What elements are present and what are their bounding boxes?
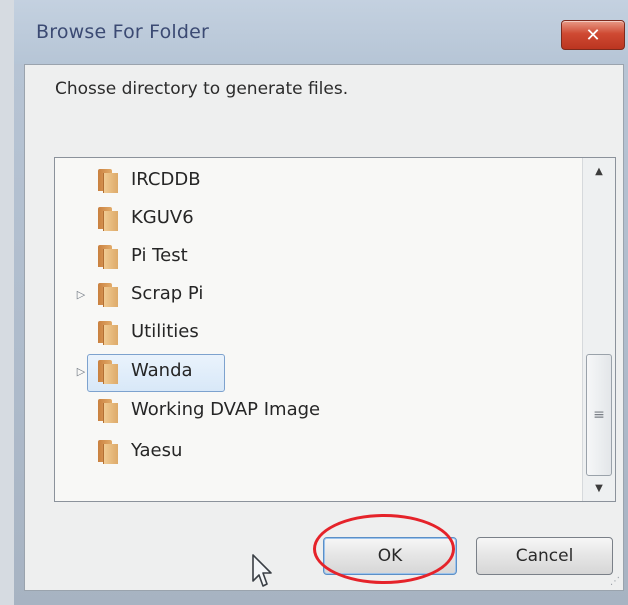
expand-arrow-icon[interactable]: ▷ — [75, 364, 87, 378]
folder-icon — [95, 245, 119, 269]
expand-arrow-icon[interactable]: ▷ — [75, 287, 87, 301]
folder-icon — [95, 207, 119, 231]
folder-icon — [95, 399, 119, 423]
close-icon: ✕ — [585, 24, 601, 46]
folder-icon — [95, 360, 119, 384]
close-button[interactable]: ✕ — [561, 20, 625, 50]
folder-label: Working DVAP Image — [131, 399, 321, 420]
folder-label: Yaesu — [131, 440, 183, 461]
folder-item[interactable]: Utilities — [55, 315, 575, 351]
arrow-down-icon: ▼ — [595, 482, 603, 494]
folder-tree[interactable]: IRCDDB KGUV6 Pi Test ▷ Scrap Pi Utilitie — [54, 157, 616, 502]
scroll-thumb[interactable]: ≡ — [586, 354, 612, 476]
folder-icon — [95, 169, 119, 193]
browse-for-folder-window: Browse For Folder ✕ Chosse directory to … — [0, 0, 628, 605]
folder-label: Utilities — [131, 321, 199, 342]
dialog-prompt: Chosse directory to generate files. — [55, 79, 349, 99]
folder-icon — [95, 440, 119, 464]
scroll-down-button[interactable]: ▼ — [583, 475, 615, 501]
folder-label: Scrap Pi — [131, 283, 204, 304]
folder-item[interactable]: ▷ Scrap Pi — [55, 277, 575, 313]
vertical-scrollbar[interactable]: ▲ ≡ ▼ — [582, 158, 615, 501]
resize-grip-icon[interactable]: ⋰ — [610, 577, 620, 587]
folder-item[interactable]: Yaesu — [55, 434, 575, 470]
dialog-body: Chosse directory to generate files. IRCD… — [24, 64, 624, 591]
arrow-up-icon: ▲ — [595, 165, 603, 177]
folder-item[interactable]: Working DVAP Image — [55, 393, 575, 429]
folder-item[interactable]: Pi Test — [55, 239, 575, 275]
grip-icon: ≡ — [593, 407, 605, 423]
folder-item[interactable]: IRCDDB — [55, 163, 575, 199]
title-bar[interactable]: Browse For Folder ✕ — [14, 0, 628, 64]
folder-item[interactable]: KGUV6 — [55, 201, 575, 237]
folder-label: IRCDDB — [131, 169, 201, 190]
scroll-up-button[interactable]: ▲ — [583, 158, 615, 184]
folder-item-selected[interactable]: ▷ Wanda — [55, 354, 575, 390]
folder-label: Wanda — [131, 360, 193, 381]
cancel-button[interactable]: Cancel — [476, 537, 613, 575]
folder-label: KGUV6 — [131, 207, 194, 228]
folder-icon — [95, 321, 119, 345]
folder-label: Pi Test — [131, 245, 188, 266]
folder-icon — [95, 283, 119, 307]
mouse-pointer-icon — [252, 554, 272, 587]
annotation-circle — [313, 514, 455, 584]
window-title: Browse For Folder — [36, 21, 210, 43]
